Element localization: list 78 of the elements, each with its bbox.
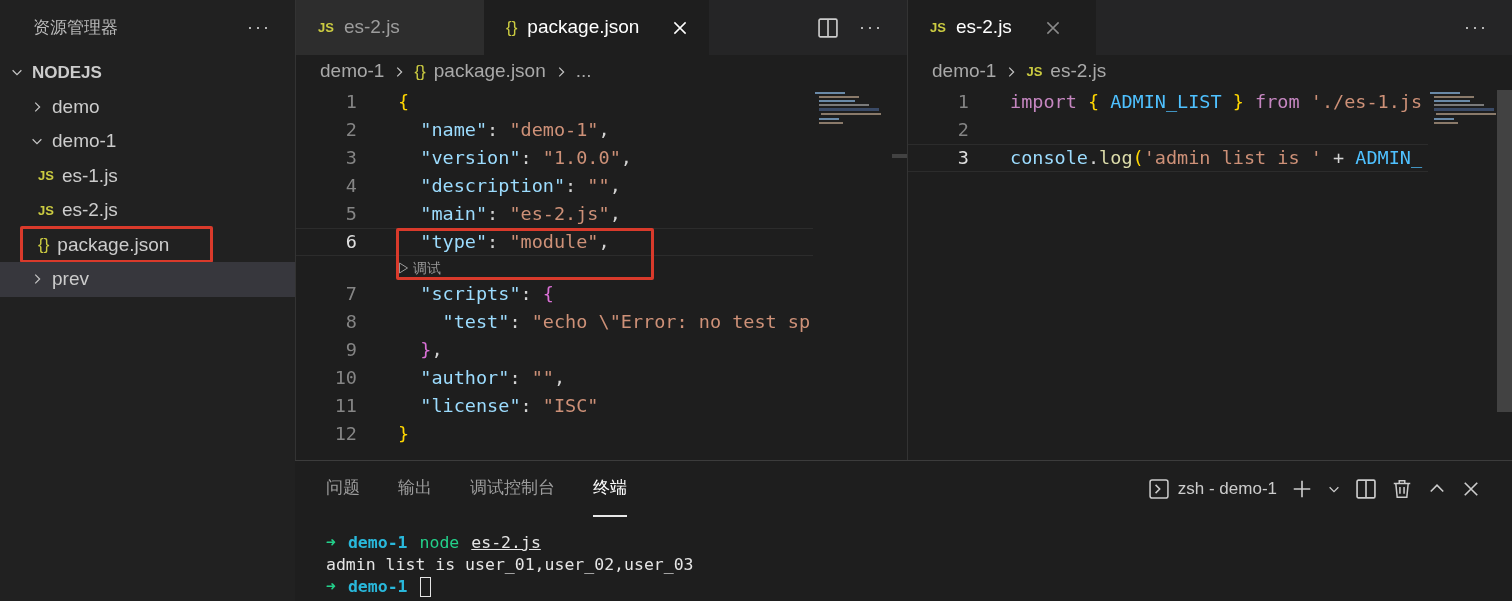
code-line: "scripts": {	[419, 282, 554, 307]
editor-tab[interactable]: JS es-2.js	[296, 0, 484, 55]
panel-tab[interactable]: 终端	[593, 461, 627, 517]
line-number: 3	[344, 146, 357, 171]
line-number: 11	[333, 394, 357, 419]
play-icon	[398, 262, 409, 274]
close-icon[interactable]	[1461, 479, 1481, 499]
editor-tab[interactable]: {} package.json	[484, 0, 710, 55]
javascript-icon: JS	[38, 169, 54, 183]
code-line: "name": "demo-1",	[419, 118, 610, 143]
javascript-icon: JS	[318, 21, 334, 34]
panel-tab[interactable]: 调试控制台	[470, 461, 555, 517]
more-actions-button[interactable]: ···	[1464, 14, 1488, 41]
trash-icon[interactable]	[1391, 478, 1413, 500]
breadcrumb-item[interactable]: ...	[575, 57, 592, 86]
line-number: 8	[344, 310, 357, 335]
javascript-icon: JS	[38, 203, 54, 217]
workspace-header[interactable]: NODEJS	[0, 55, 295, 90]
terminal-text: demo-1	[347, 532, 408, 554]
line-number: 3	[956, 146, 969, 171]
code-line: "main": "es-2.js",	[419, 202, 621, 227]
file-item[interactable]: JS es-1.js	[0, 158, 295, 193]
breadcrumb-item[interactable]: demo-1	[320, 57, 385, 86]
braces-icon: {}	[38, 236, 50, 254]
debug-code-lens[interactable]: 调试	[398, 257, 441, 279]
folder-item[interactable]: demo-1	[0, 124, 295, 159]
line-number: 5	[344, 202, 357, 227]
scrollbar-thumb[interactable]	[892, 154, 907, 158]
panel-tab[interactable]: 输出	[398, 461, 432, 517]
line-number: 4	[344, 174, 357, 199]
folder-item[interactable]: demo	[0, 89, 295, 124]
more-actions-button[interactable]: ···	[247, 14, 271, 41]
more-actions-button[interactable]: ···	[859, 14, 883, 41]
line-number: 12	[333, 422, 357, 447]
code-line: }	[398, 422, 410, 447]
terminal-selector[interactable]: zsh - demo-1	[1147, 476, 1277, 502]
breadcrumb-item[interactable]: demo-1	[932, 57, 997, 86]
terminal-text: demo-1	[347, 576, 408, 598]
line-number: 7	[344, 282, 357, 307]
code-line: "type": "module",	[419, 230, 610, 255]
terminal-text: node	[419, 532, 460, 554]
terminal-text: ➜	[326, 532, 336, 554]
split-terminal-icon[interactable]	[1355, 478, 1377, 500]
code-line: import { ADMIN_LIST } from './es-1.js	[1010, 90, 1423, 115]
code-line: "description": "",	[419, 174, 621, 199]
javascript-icon: JS	[1026, 65, 1043, 78]
code-line: console.log('admin list is ' + ADMIN_	[1010, 146, 1423, 171]
plus-icon[interactable]	[1291, 478, 1313, 500]
code-line: "test": "echo \"Error: no test sp	[441, 310, 811, 335]
line-number: 1	[344, 90, 357, 115]
terminal-cursor	[419, 577, 431, 597]
terminal-text: ➜	[326, 576, 336, 598]
breadcrumb-item[interactable]: {} package.json	[414, 57, 546, 86]
terminal-text: es-2.js	[471, 532, 541, 554]
folder-item[interactable]: prev	[0, 262, 295, 297]
line-number: 9	[344, 338, 357, 363]
breadcrumb-item[interactable]: JS es-2.js	[1026, 57, 1107, 86]
scrollbar-thumb[interactable]	[1497, 90, 1512, 412]
panel-tab[interactable]: 问题	[326, 461, 360, 517]
terminal-text: admin list is user_01,user_02,user_03	[326, 554, 694, 576]
code-line: {	[398, 90, 410, 115]
line-number: 2	[344, 118, 357, 143]
line-number: 10	[333, 366, 357, 391]
code-line: "license": "ISC"	[419, 394, 599, 419]
split-editor-icon[interactable]	[817, 16, 839, 39]
line-number: 2	[956, 118, 969, 143]
code-line: },	[419, 338, 443, 363]
line-number: 6	[344, 230, 357, 255]
javascript-icon: JS	[930, 21, 946, 34]
editor-tab[interactable]: JS es-2.js	[908, 0, 1096, 55]
sidebar-title: 资源管理器	[33, 16, 118, 39]
braces-icon: {}	[506, 19, 518, 36]
file-item[interactable]: JS es-2.js	[0, 193, 295, 228]
terminal-icon	[1147, 478, 1170, 500]
line-number: 1	[956, 90, 969, 115]
code-line: "author": "",	[419, 366, 566, 391]
braces-icon: {}	[414, 63, 426, 80]
code-line: "version": "1.0.0",	[419, 146, 632, 171]
